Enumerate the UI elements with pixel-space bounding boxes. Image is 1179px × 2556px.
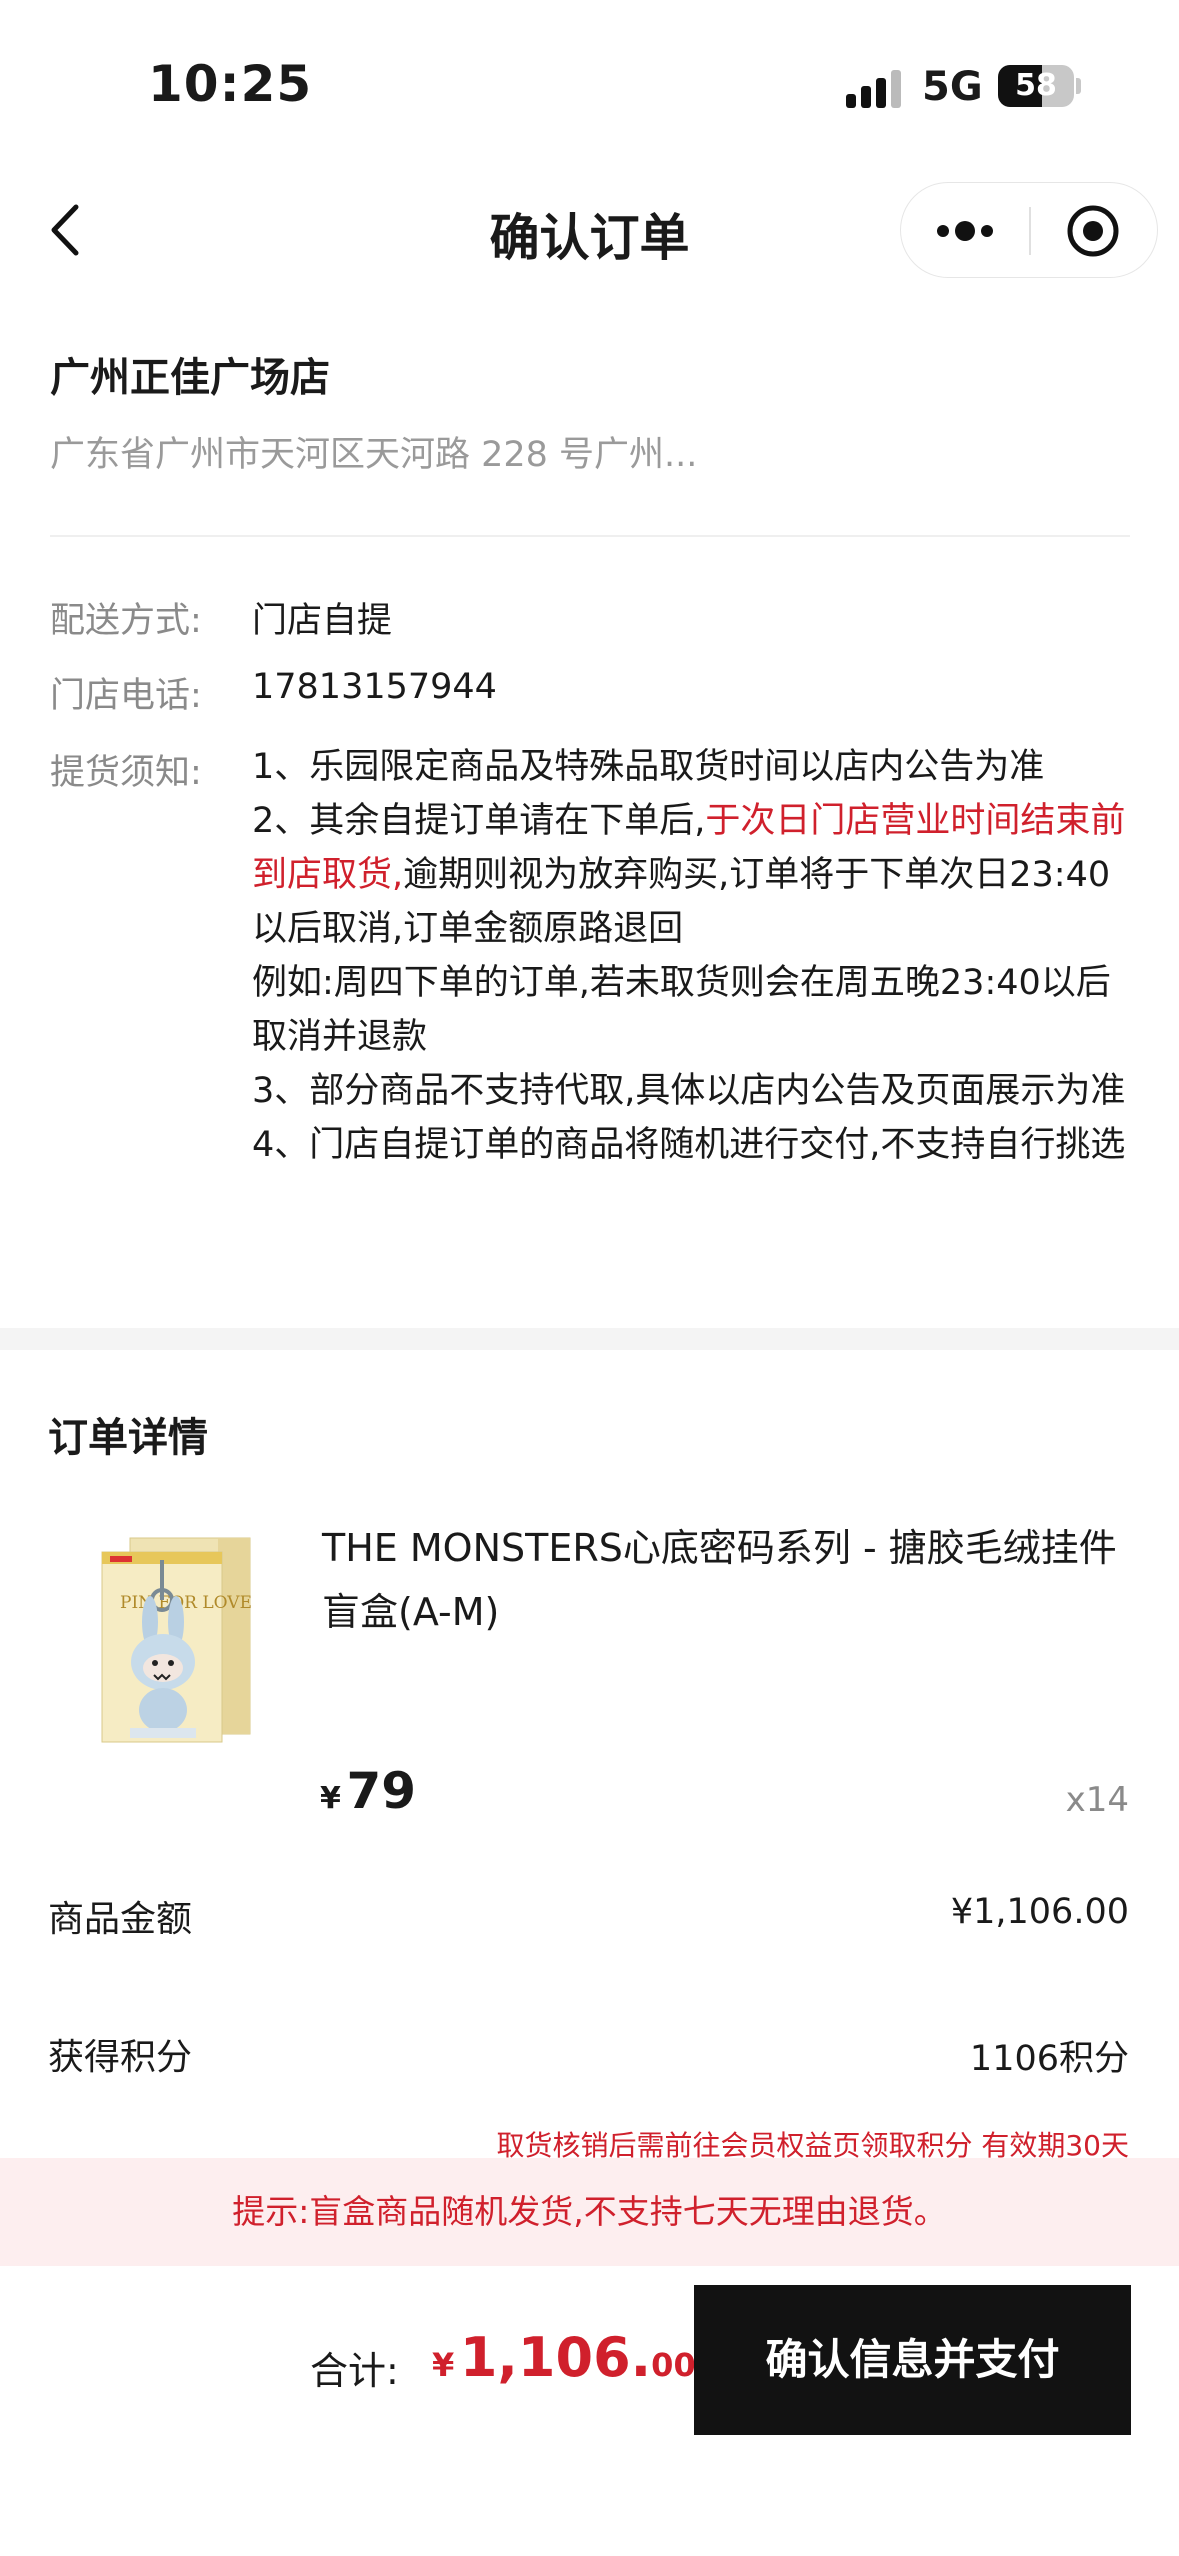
signal-strength-icon	[846, 68, 906, 108]
notice-line-2-start: 2、其余自提订单请在下单后,	[252, 801, 706, 841]
store-address: 广东省广州市天河区天河路 228 号广州...	[50, 435, 698, 475]
notice-line-4: 4、门店自提订单的商品将随机进行交付,不支持自行挑选	[252, 1125, 1126, 1165]
product-quantity: x14	[1065, 1780, 1129, 1820]
network-type: 5G	[922, 64, 983, 110]
notice-example: 例如:周四下单的订单,若未取货则会在周五晚23:40以后取消并退款	[252, 963, 1111, 1057]
notice-label: 提货须知:	[50, 753, 202, 793]
miniapp-capsule	[900, 182, 1158, 278]
notice-line-2: 2、其余自提订单请在下单后,于次日门店营业时间结束前到店取货,逾期则视为放弃购买…	[252, 794, 1132, 956]
phone-label: 门店电话:	[50, 676, 202, 716]
more-button[interactable]	[901, 183, 1029, 277]
delivery-label: 配送方式:	[50, 601, 202, 641]
total-amount: ¥ 1,106.00	[432, 2326, 696, 2389]
tip-banner: 提示:盲盒商品随机发货,不支持七天无理由退货。	[0, 2158, 1179, 2266]
total-integer: 1,106.	[459, 2326, 652, 2389]
divider	[50, 535, 1130, 537]
battery-level: 58	[1015, 68, 1057, 103]
delivery-value: 门店自提	[252, 601, 393, 641]
order-details-title: 订单详情	[48, 1415, 208, 1461]
total-label: 合计:	[310, 2349, 399, 2393]
battery-tip	[1076, 78, 1081, 94]
close-miniapp-button[interactable]	[1031, 183, 1159, 277]
total-currency: ¥	[432, 2346, 455, 2384]
status-time: 10:25	[148, 55, 313, 113]
box-print-text: PIN FOR LOVE	[120, 1593, 252, 1613]
status-bar: 10:25 5G 58	[0, 0, 1179, 160]
product-image[interactable]: PIN FOR LOVE	[90, 1530, 260, 1750]
price-amount: 79	[346, 1762, 417, 1820]
goods-amount-label: 商品金额	[48, 1899, 193, 1940]
product-price: ¥ 79	[320, 1762, 416, 1820]
product-box-image: PIN FOR LOVE	[101, 1537, 252, 1743]
total-decimal: 00	[651, 2346, 696, 2384]
battery-icon: 58	[998, 65, 1074, 107]
section-separator	[0, 1328, 1179, 1350]
nav-bar: 确认订单	[0, 170, 1179, 290]
notice-line-1: 1、乐园限定商品及特殊品取货时间以店内公告为准	[252, 747, 1045, 787]
pickup-notice: 1、乐园限定商品及特殊品取货时间以店内公告为准 2、其余自提订单请在下单后,于次…	[252, 740, 1132, 1172]
store-name: 广州正佳广场店	[50, 355, 330, 401]
points-label: 获得积分	[48, 2037, 193, 2078]
phone-value[interactable]: 17813157944	[252, 667, 497, 707]
points-value: 1106积分	[969, 2039, 1129, 2079]
more-dots-icon	[937, 221, 993, 241]
price-currency: ¥	[320, 1781, 341, 1816]
product-name[interactable]: THE MONSTERS心底密码系列 - 搪胶毛绒挂件盲盒(A-M)	[322, 1516, 1142, 1644]
target-close-icon	[1067, 205, 1119, 257]
goods-amount-value: ¥1,106.00	[950, 1892, 1129, 1932]
confirm-pay-button[interactable]: 确认信息并支付	[694, 2285, 1131, 2435]
notice-line-3: 3、部分商品不支持代取,具体以店内公告及页面展示为准	[252, 1071, 1126, 1111]
